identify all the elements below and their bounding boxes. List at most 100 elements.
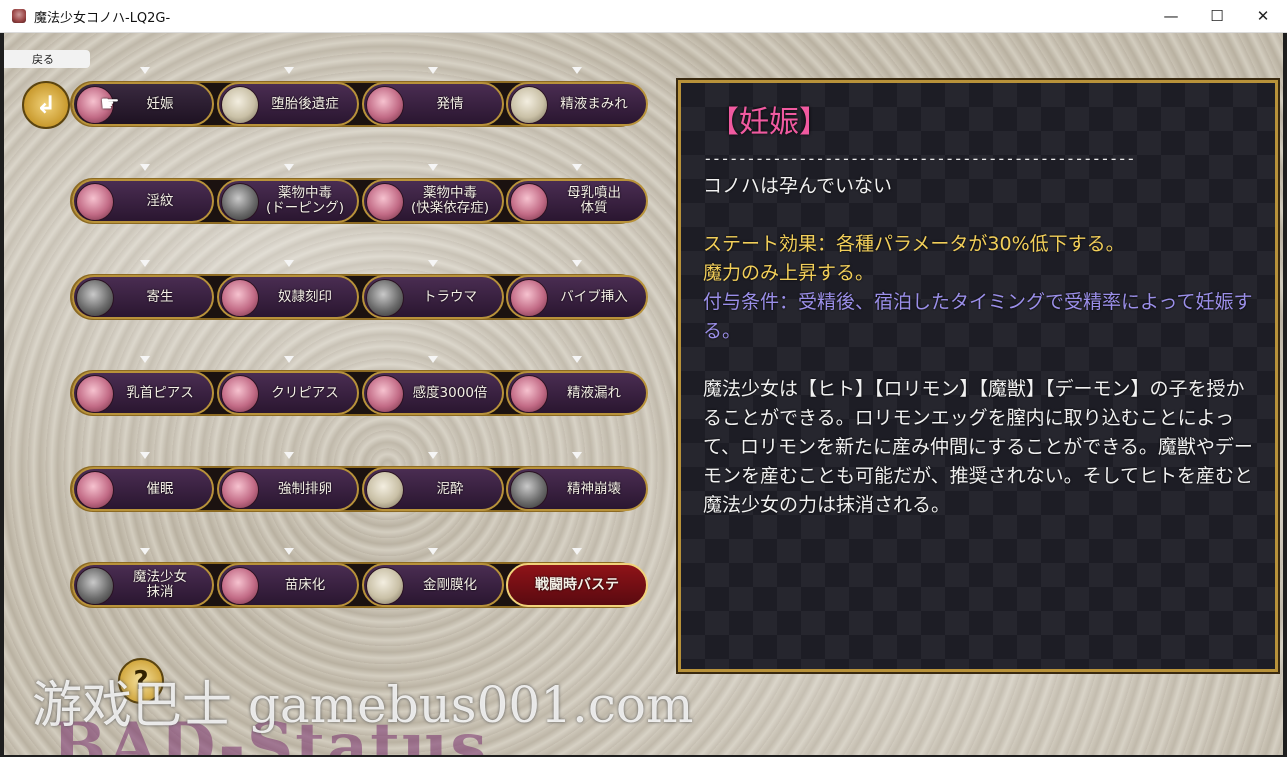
status-icon bbox=[366, 567, 404, 605]
row-arrow-icon bbox=[140, 452, 150, 459]
status-button[interactable]: 精神崩壊 bbox=[506, 467, 648, 511]
row-arrow-icon bbox=[428, 548, 438, 555]
status-icon bbox=[366, 183, 404, 221]
status-row: 魔法少女 抹消 苗床化 金剛膜化 戦闘時バステ bbox=[70, 562, 648, 608]
row-arrow-icon bbox=[284, 548, 294, 555]
info-panel: 【妊娠】 -----------------------------------… bbox=[676, 78, 1280, 674]
status-button[interactable]: 寄生 bbox=[72, 275, 214, 319]
status-button[interactable]: クリピアス bbox=[217, 371, 359, 415]
row-arrow-icon bbox=[284, 452, 294, 459]
status-label: 強制排卵 bbox=[278, 480, 332, 497]
status-row: 妊娠 ☛ 堕胎後遺症 発情 精液まみれ bbox=[70, 81, 648, 127]
status-icon bbox=[510, 375, 548, 413]
status-label: 魔法少女 抹消 bbox=[133, 569, 187, 600]
watermark: 游戏巴士 gamebus001.com bbox=[32, 676, 694, 734]
row-arrow-icon bbox=[140, 164, 150, 171]
row-arrow-icon bbox=[428, 260, 438, 267]
status-row: 寄生 奴隷刻印 トラウマ バイブ挿入 bbox=[70, 274, 648, 320]
status-label: 精神崩壊 bbox=[567, 480, 621, 497]
status-label: クリピアス bbox=[271, 384, 339, 401]
game-screen: BAD-Status 戻る ↲ 妊娠 ☛ 堕胎後遺症 発情 精液まみれ 淫紋 薬物中毒 (ド… bbox=[4, 33, 1283, 755]
status-label: 金剛膜化 bbox=[423, 576, 477, 593]
status-button[interactable]: 催眠 bbox=[72, 467, 214, 511]
status-icon bbox=[221, 567, 259, 605]
status-button[interactable]: 感度3000倍 bbox=[362, 371, 504, 415]
row-arrow-icon bbox=[572, 356, 582, 363]
minimize-button[interactable]: — bbox=[1148, 0, 1194, 32]
row-arrow-icon bbox=[572, 67, 582, 74]
status-label: 精液漏れ bbox=[567, 384, 621, 401]
status-button[interactable]: 奴隷刻印 bbox=[217, 275, 359, 319]
status-label: 薬物中毒 (ドーピング) bbox=[265, 185, 345, 216]
status-icon bbox=[76, 183, 114, 221]
back-tab[interactable]: 戻る bbox=[4, 50, 90, 68]
status-label: トラウマ bbox=[423, 288, 477, 305]
status-icon bbox=[366, 375, 404, 413]
status-button[interactable]: 薬物中毒 (ドーピング) bbox=[217, 179, 359, 223]
row-arrow-icon bbox=[428, 356, 438, 363]
window-titlebar: 魔法少女コノハ-LQ2G- — ☐ ✕ bbox=[0, 0, 1287, 33]
status-button[interactable]: 金剛膜化 bbox=[362, 563, 504, 607]
close-button[interactable]: ✕ bbox=[1240, 0, 1286, 32]
status-label: バイブ挿入 bbox=[560, 288, 628, 305]
info-status: コノハは孕んでいない bbox=[703, 175, 893, 197]
status-icon bbox=[76, 471, 114, 509]
row-arrow-icon bbox=[572, 548, 582, 555]
status-label: 薬物中毒 (快楽依存症) bbox=[410, 185, 490, 216]
status-button[interactable]: 泥酔 bbox=[362, 467, 504, 511]
status-label: 堕胎後遺症 bbox=[271, 95, 339, 112]
status-label: 妊娠 bbox=[146, 95, 174, 112]
status-button[interactable]: 戦闘時バステ bbox=[506, 563, 648, 607]
app-icon bbox=[12, 9, 26, 23]
row-arrow-icon bbox=[284, 260, 294, 267]
status-row: 催眠 強制排卵 泥酔 精神崩壊 bbox=[70, 466, 648, 512]
status-button[interactable]: 乳首ピアス bbox=[72, 371, 214, 415]
status-label: 泥酔 bbox=[436, 480, 464, 497]
status-icon bbox=[366, 279, 404, 317]
status-label: 戦闘時バステ bbox=[535, 576, 619, 593]
status-label: 催眠 bbox=[146, 480, 174, 497]
status-icon bbox=[366, 86, 404, 124]
status-button[interactable]: 淫紋 bbox=[72, 179, 214, 223]
row-arrow-icon bbox=[284, 356, 294, 363]
status-button[interactable]: 魔法少女 抹消 bbox=[72, 563, 214, 607]
status-button[interactable]: 薬物中毒 (快楽依存症) bbox=[362, 179, 504, 223]
pointer-hand-icon: ☛ bbox=[100, 92, 120, 117]
info-effect: ステート効果：各種パラメータが30%低下する。 魔力のみ上昇する。 bbox=[703, 233, 1125, 284]
status-icon bbox=[221, 375, 259, 413]
status-button[interactable]: 妊娠 ☛ bbox=[72, 82, 214, 126]
status-label: 奴隷刻印 bbox=[278, 288, 332, 305]
status-button[interactable]: 苗床化 bbox=[217, 563, 359, 607]
row-arrow-icon bbox=[572, 164, 582, 171]
row-arrow-icon bbox=[284, 67, 294, 74]
status-button[interactable]: 発情 bbox=[362, 82, 504, 126]
row-arrow-icon bbox=[428, 164, 438, 171]
status-row: 淫紋 薬物中毒 (ドーピング) 薬物中毒 (快楽依存症) 母乳噴出 体質 bbox=[70, 178, 648, 224]
status-button[interactable]: バイブ挿入 bbox=[506, 275, 648, 319]
status-button[interactable]: トラウマ bbox=[362, 275, 504, 319]
maximize-button[interactable]: ☐ bbox=[1194, 0, 1240, 32]
status-icon bbox=[510, 279, 548, 317]
row-arrow-icon bbox=[140, 260, 150, 267]
info-description: 魔法少女は【ヒト】【ロリモン】【魔獣】【デーモン】の子を授かることができる。ロリ… bbox=[703, 378, 1254, 516]
status-button[interactable]: 精液漏れ bbox=[506, 371, 648, 415]
status-button[interactable]: 母乳噴出 体質 bbox=[506, 179, 648, 223]
status-label: 発情 bbox=[436, 95, 464, 112]
status-icon bbox=[510, 86, 548, 124]
row-arrow-icon bbox=[428, 452, 438, 459]
info-title: 【妊娠】 bbox=[709, 105, 829, 140]
status-button[interactable]: 精液まみれ bbox=[506, 82, 648, 126]
window-title: 魔法少女コノハ-LQ2G- bbox=[34, 10, 171, 26]
row-arrow-icon bbox=[284, 164, 294, 171]
row-arrow-icon bbox=[572, 260, 582, 267]
status-icon bbox=[366, 471, 404, 509]
info-separator: ----------------------------------------… bbox=[703, 149, 1136, 168]
status-label: 淫紋 bbox=[146, 192, 174, 209]
status-icon bbox=[221, 183, 259, 221]
info-condition: 付与条件：受精後、宿泊したタイミングで受精率によって妊娠する。 bbox=[703, 291, 1253, 342]
status-label: 精液まみれ bbox=[560, 95, 628, 112]
status-label: 母乳噴出 体質 bbox=[567, 185, 621, 216]
back-icon[interactable]: ↲ bbox=[22, 81, 70, 129]
status-button[interactable]: 堕胎後遺症 bbox=[217, 82, 359, 126]
status-button[interactable]: 強制排卵 bbox=[217, 467, 359, 511]
